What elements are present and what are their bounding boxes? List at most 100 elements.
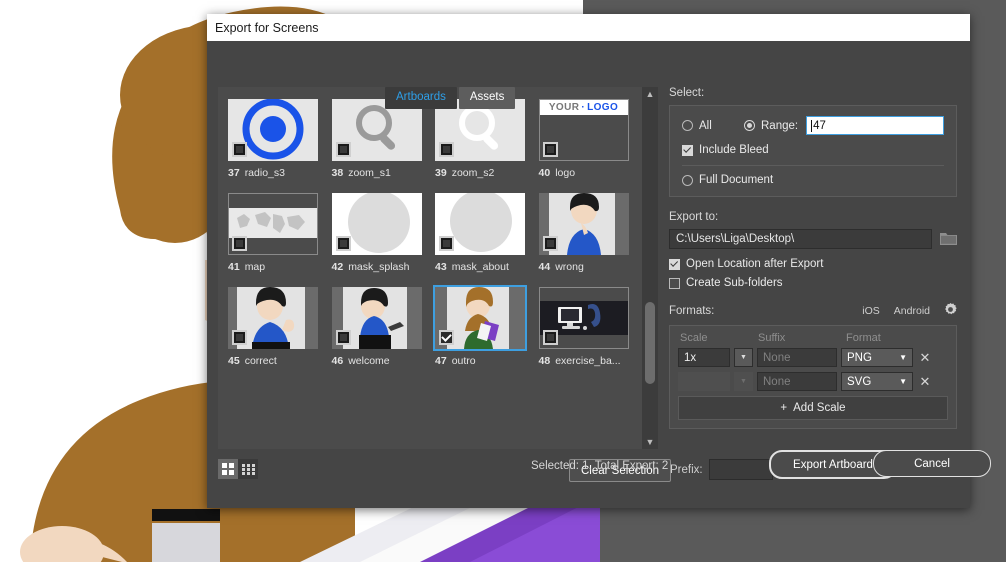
- artboard-name: map: [245, 261, 265, 273]
- scroll-down-icon[interactable]: ▼: [642, 435, 658, 449]
- formats-column-headers: Scale Suffix Format: [678, 332, 948, 348]
- scale-input-1[interactable]: 1x: [678, 348, 730, 367]
- include-bleed-row[interactable]: Include Bleed: [682, 144, 944, 156]
- artboard-thumbnail-selected[interactable]: [435, 287, 525, 349]
- include-bleed-checkbox[interactable]: [682, 145, 693, 156]
- artboard-checkbox[interactable]: [543, 330, 558, 345]
- artboard-thumbnail[interactable]: YOUR·LOGO: [539, 99, 629, 161]
- android-preset-button[interactable]: Android: [894, 305, 930, 317]
- full-document-row[interactable]: Full Document: [682, 174, 944, 186]
- radio-range[interactable]: Range:: [744, 120, 798, 132]
- chevron-down-icon: ▼: [899, 377, 907, 386]
- export-path-input[interactable]: C:\Users\Liga\Desktop\: [669, 229, 932, 249]
- scale-dropdown-arrow-2[interactable]: ▼: [734, 372, 753, 391]
- artboard-item-44[interactable]: 44wrong: [539, 193, 643, 273]
- open-location-row[interactable]: Open Location after Export: [669, 258, 957, 270]
- radio-full-document-icon[interactable]: [682, 175, 693, 186]
- dialog-footer: Selected: 1, Total Export: 2 Export Artb…: [207, 448, 970, 508]
- artboard-item-45[interactable]: 45correct: [228, 287, 332, 367]
- format-select-1[interactable]: PNG▼: [841, 348, 913, 367]
- artboard-thumbnail[interactable]: [332, 193, 422, 255]
- suffix-input-1[interactable]: None: [757, 348, 837, 367]
- artboard-checkbox[interactable]: [543, 142, 558, 157]
- cancel-button[interactable]: Cancel: [873, 450, 991, 477]
- open-location-label: Open Location after Export: [686, 258, 823, 270]
- artboard-checkbox-checked[interactable]: [439, 330, 454, 345]
- artboard-item-37[interactable]: 37radio_s3: [228, 99, 332, 179]
- plus-icon: +: [780, 402, 787, 414]
- scroll-up-icon[interactable]: ▲: [642, 87, 658, 101]
- artboard-item-40[interactable]: YOUR·LOGO 40logo: [539, 99, 643, 179]
- artboard-checkbox[interactable]: [543, 236, 558, 251]
- create-subfolders-checkbox[interactable]: [669, 278, 680, 289]
- folder-icon[interactable]: [940, 231, 957, 248]
- include-bleed-label: Include Bleed: [699, 144, 769, 156]
- artboard-row: 37radio_s3: [218, 99, 642, 179]
- remove-format-1-button[interactable]: ✕: [917, 350, 933, 366]
- artboard-name: radio_s3: [245, 167, 285, 179]
- artboard-item-47[interactable]: 47outro: [435, 287, 539, 367]
- options-panel: Select: All Range: 47: [669, 87, 957, 429]
- artboard-checkbox[interactable]: [439, 142, 454, 157]
- artboard-checkbox[interactable]: [232, 236, 247, 251]
- radio-range-icon[interactable]: [744, 120, 755, 131]
- tab-artboards[interactable]: Artboards: [385, 87, 457, 109]
- artboard-caption: 41map: [228, 261, 332, 273]
- full-document-label: Full Document: [699, 174, 773, 186]
- artboard-thumbnail[interactable]: [228, 287, 318, 349]
- format-select-2[interactable]: SVG▼: [841, 372, 913, 391]
- dialog-title-bar: Export for Screens: [207, 14, 970, 41]
- scale-input-2[interactable]: [678, 372, 730, 391]
- logo-text-your: YOUR: [549, 102, 580, 113]
- artboard-thumbnail[interactable]: [539, 287, 629, 349]
- gear-icon[interactable]: [944, 303, 957, 319]
- artboard-thumbnail[interactable]: [539, 193, 629, 255]
- range-input[interactable]: 47: [806, 116, 944, 135]
- format-row-2: ▼ None SVG▼ ✕: [678, 372, 948, 391]
- artboard-item-43[interactable]: 43mask_about: [435, 193, 539, 273]
- artboard-checkbox[interactable]: [336, 236, 351, 251]
- artboard-caption: 46welcome: [332, 355, 436, 367]
- tab-assets[interactable]: Assets: [459, 87, 516, 109]
- artboard-row: 41map 42mask_splash: [218, 193, 642, 273]
- radio-all-icon[interactable]: [682, 120, 693, 131]
- artboard-thumbnail[interactable]: [228, 99, 318, 161]
- artboard-checkbox[interactable]: [439, 236, 454, 251]
- add-scale-button[interactable]: + Add Scale: [678, 396, 948, 420]
- radio-range-label: Range:: [761, 120, 798, 132]
- artboard-item-48[interactable]: 48exercise_ba...: [539, 287, 643, 367]
- ios-preset-button[interactable]: iOS: [862, 305, 880, 317]
- scale-dropdown-arrow-1[interactable]: ▼: [734, 348, 753, 367]
- artboard-checkbox[interactable]: [336, 142, 351, 157]
- create-subfolders-row[interactable]: Create Sub-folders: [669, 277, 957, 289]
- artboard-item-46[interactable]: 46welcome: [332, 287, 436, 367]
- artboard-caption: 43mask_about: [435, 261, 539, 273]
- export-to-section: Export to: C:\Users\Liga\Desktop\ Open L…: [669, 211, 957, 289]
- formats-box: Scale Suffix Format 1x ▼ None PNG▼ ✕: [669, 325, 957, 429]
- artboard-thumbnail[interactable]: [435, 193, 525, 255]
- dialog-title: Export for Screens: [215, 21, 319, 35]
- artboard-thumbnail[interactable]: [332, 287, 422, 349]
- artboard-item-38[interactable]: 38zoom_s1: [332, 99, 436, 179]
- artboard-grid[interactable]: 37radio_s3: [218, 99, 642, 449]
- artboard-thumbnail[interactable]: [228, 193, 318, 255]
- chevron-down-icon: ▼: [899, 353, 907, 362]
- open-location-checkbox[interactable]: [669, 259, 680, 270]
- artboard-checkbox[interactable]: [336, 330, 351, 345]
- radio-all[interactable]: All: [682, 120, 744, 132]
- artboard-number: 43: [435, 261, 447, 273]
- add-scale-label: Add Scale: [793, 402, 845, 414]
- artboard-checkbox[interactable]: [232, 330, 247, 345]
- artboard-item-39[interactable]: 39zoom_s2: [435, 99, 539, 179]
- logo-text-logo: LOGO: [587, 102, 618, 113]
- suffix-input-2[interactable]: None: [757, 372, 837, 391]
- artboard-item-41[interactable]: 41map: [228, 193, 332, 273]
- artboard-caption: 40logo: [539, 167, 643, 179]
- artboard-scrollbar[interactable]: ▲ ▼: [642, 87, 658, 449]
- scrollbar-thumb[interactable]: [645, 302, 655, 384]
- artboard-caption: 42mask_splash: [332, 261, 436, 273]
- artboard-item-42[interactable]: 42mask_splash: [332, 193, 436, 273]
- artboard-checkbox[interactable]: [232, 142, 247, 157]
- remove-format-2-button[interactable]: ✕: [917, 374, 933, 390]
- artboard-name: correct: [245, 355, 277, 367]
